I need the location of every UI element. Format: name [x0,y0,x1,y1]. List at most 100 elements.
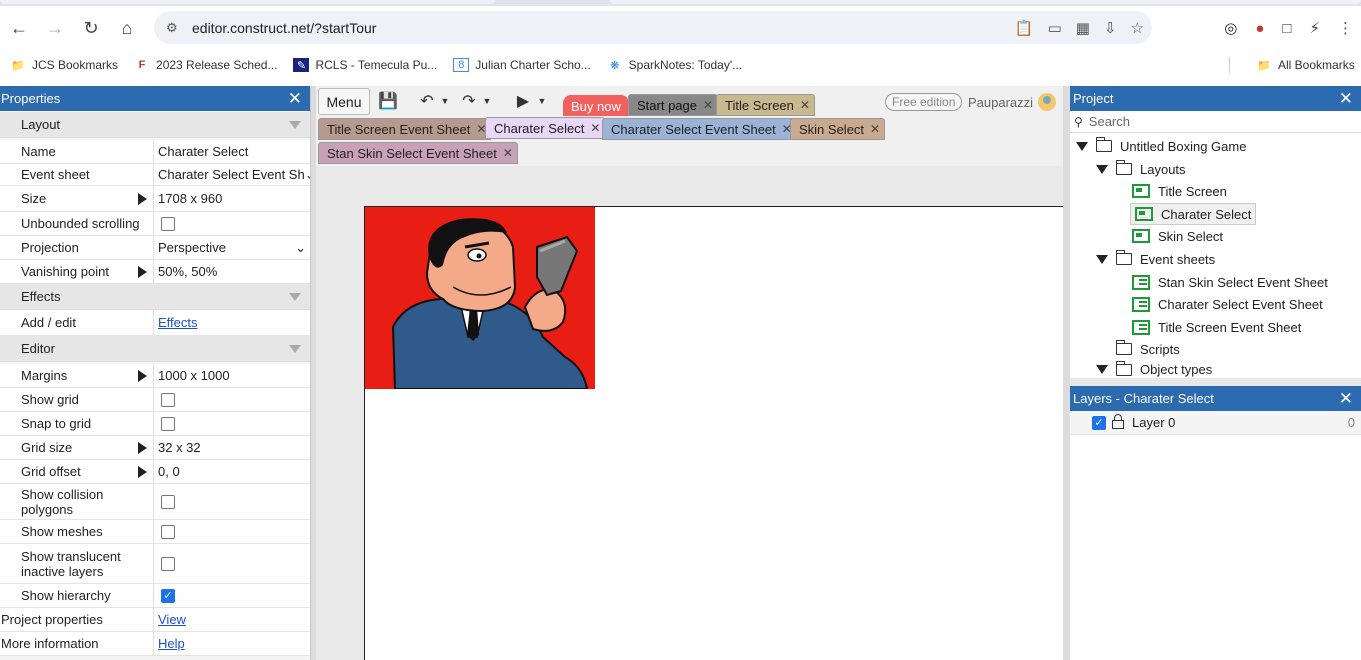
undo-dropdown-icon[interactable]: ▼ [440,90,450,112]
all-bookmarks[interactable]: 📁 All Bookmarks [1256,50,1355,80]
bookmark-item[interactable]: 8 Julian Charter Scho... [453,58,591,72]
show-grid-checkbox[interactable] [161,392,175,407]
bookmark-item[interactable]: F 2023 Release Sched... [134,58,278,72]
layout-icon [1135,207,1153,221]
collapse-icon[interactable] [289,293,301,301]
bookmark-item[interactable]: ✎ RCLS - Temecula Pu... [293,58,437,72]
expand-triangle-icon[interactable] [1096,164,1108,174]
apps-icon[interactable]: ▦ [1076,19,1090,37]
close-tab-icon[interactable]: ✕ [800,98,810,112]
tree-event-sheet-item[interactable]: Stan Skin Select Event Sheet [1132,271,1328,293]
tree-root[interactable]: Untitled Boxing Game [1076,135,1246,157]
close-tab-icon[interactable]: ✕ [590,121,600,135]
performance-icon[interactable]: ⚡ [1309,19,1320,37]
unbounded-checkbox[interactable] [161,216,175,231]
star-icon[interactable]: ☆ [1131,19,1144,37]
collapse-icon[interactable] [289,121,301,129]
forward-icon[interactable]: → [37,10,73,46]
home-icon[interactable]: ⌂ [109,10,145,46]
section-layout[interactable]: Layout [0,112,310,138]
tab-title-screen[interactable]: Title Screen ✕ [716,94,815,116]
cast-icon[interactable]: ▭ [1048,19,1062,37]
folder-icon [1115,160,1132,175]
close-icon[interactable]: ✕ [1339,89,1353,109]
tab-skin-select[interactable]: Skin Select ✕ [790,118,886,140]
layout-canvas[interactable] [364,206,1064,660]
redo-dropdown-icon[interactable]: ▼ [482,90,492,112]
user-account[interactable]: Pauparazzi [968,93,1057,111]
undo-icon[interactable]: ↶ [416,90,438,112]
lock-icon[interactable] [1112,414,1124,429]
translucent-checkbox[interactable] [161,556,175,571]
tab-start-page[interactable]: Start page ✕ [628,94,719,116]
close-icon[interactable]: ✕ [288,89,302,109]
close-tab-icon[interactable]: ✕ [503,146,513,160]
right-splitter[interactable] [1063,86,1070,660]
tab-charater-select[interactable]: Charater Select ✕ [485,117,606,139]
close-icon[interactable]: ✕ [1339,389,1353,409]
address-bar[interactable]: ⚙ editor.construct.net/?startTour 📋 ▭ ▦ … [154,11,1152,44]
install-icon[interactable]: ⇩ [1104,19,1117,37]
expand-arrow-icon[interactable] [138,192,147,205]
close-tab-icon[interactable]: ✕ [870,122,880,136]
url-text[interactable]: editor.construct.net/?startTour [192,20,376,36]
extensions-puzzle-icon[interactable]: □ [1282,20,1291,37]
menu-button[interactable]: Menu [318,88,370,115]
free-edition-badge[interactable]: Free edition [885,93,963,111]
expand-triangle-icon[interactable] [1096,254,1108,264]
calendar-icon: 8 [453,58,470,72]
tree-folder-scripts[interactable]: Scripts [1115,338,1180,360]
tree-layout-item[interactable]: Skin Select [1132,225,1223,247]
project-search[interactable]: ⚲ Search [1070,111,1361,133]
tree-layout-item[interactable]: Title Screen [1132,180,1227,202]
section-editor[interactable]: Editor [0,336,310,362]
extension-target-icon[interactable]: ◎ [1224,19,1237,37]
play-dropdown-icon[interactable]: ▼ [537,90,547,112]
expand-arrow-icon[interactable] [138,265,147,278]
snap-to-grid-checkbox[interactable] [161,416,175,431]
effects-link[interactable]: Effects [158,315,198,330]
expand-arrow-icon[interactable] [138,441,147,454]
collision-checkbox[interactable] [161,494,175,509]
layer-visible-checkbox[interactable]: ✓ [1092,415,1106,430]
clipboard-icon[interactable]: 📋 [1015,19,1034,37]
layout-viewport[interactable] [316,166,1064,660]
tab-title-screen-event-sheet[interactable]: Title Screen Event Sheet ✕ [318,118,492,140]
bookmark-item[interactable]: 📁 JCS Bookmarks [10,58,118,72]
help-link[interactable]: Help [158,636,185,651]
save-icon[interactable]: 💾 [378,90,398,112]
kebab-menu-icon[interactable]: ⋮ [1338,19,1353,37]
prop-show-grid: Show grid [0,388,310,412]
tree-folder-object-types[interactable]: Object types [1096,361,1212,378]
meshes-checkbox[interactable] [161,524,175,539]
character-sprite[interactable] [365,207,595,389]
expand-triangle-icon[interactable] [1096,365,1108,374]
expand-triangle-icon[interactable] [1076,141,1088,151]
tree-layout-item-selected[interactable]: Charater Select [1130,203,1257,225]
tree-event-sheet-item[interactable]: Charater Select Event Sheet [1132,293,1323,315]
back-icon[interactable]: ← [1,10,37,46]
avatar[interactable] [1038,93,1057,111]
tree-folder-layouts[interactable]: Layouts [1096,158,1186,180]
reload-icon[interactable]: ↻ [73,10,109,46]
play-icon[interactable]: ▶ [514,90,532,112]
expand-arrow-icon[interactable] [138,465,147,478]
tree-event-sheet-item[interactable]: Title Screen Event Sheet [1132,316,1301,338]
site-info-icon[interactable]: ⚙ [166,20,182,36]
layer-row[interactable]: ✓ Layer 0 0 [1070,411,1361,435]
close-tab-icon[interactable]: ✕ [703,98,713,112]
tree-folder-event-sheets[interactable]: Event sheets [1096,248,1215,270]
redo-icon[interactable]: ↷ [458,90,480,112]
folder-icon [1115,340,1132,355]
buy-now-button[interactable]: Buy now [563,95,629,117]
bookmark-item[interactable]: ❋ SparkNotes: Today'... [607,58,742,72]
tab-charater-select-event-sheet[interactable]: Charater Select Event Sheet ✕ [602,118,797,140]
expand-arrow-icon[interactable] [138,369,147,382]
collapse-icon[interactable] [289,345,301,353]
extension-red-icon[interactable]: ● [1255,20,1264,37]
section-effects[interactable]: Effects [0,284,310,310]
tab-stan-skin-select-event-sheet[interactable]: Stan Skin Select Event Sheet ✕ [318,142,518,164]
layers-panel: Layers - Charater Select ✕ ✓ Layer 0 0 [1070,386,1361,660]
hierarchy-checkbox[interactable]: ✓ [161,588,175,603]
view-link[interactable]: View [158,612,186,627]
